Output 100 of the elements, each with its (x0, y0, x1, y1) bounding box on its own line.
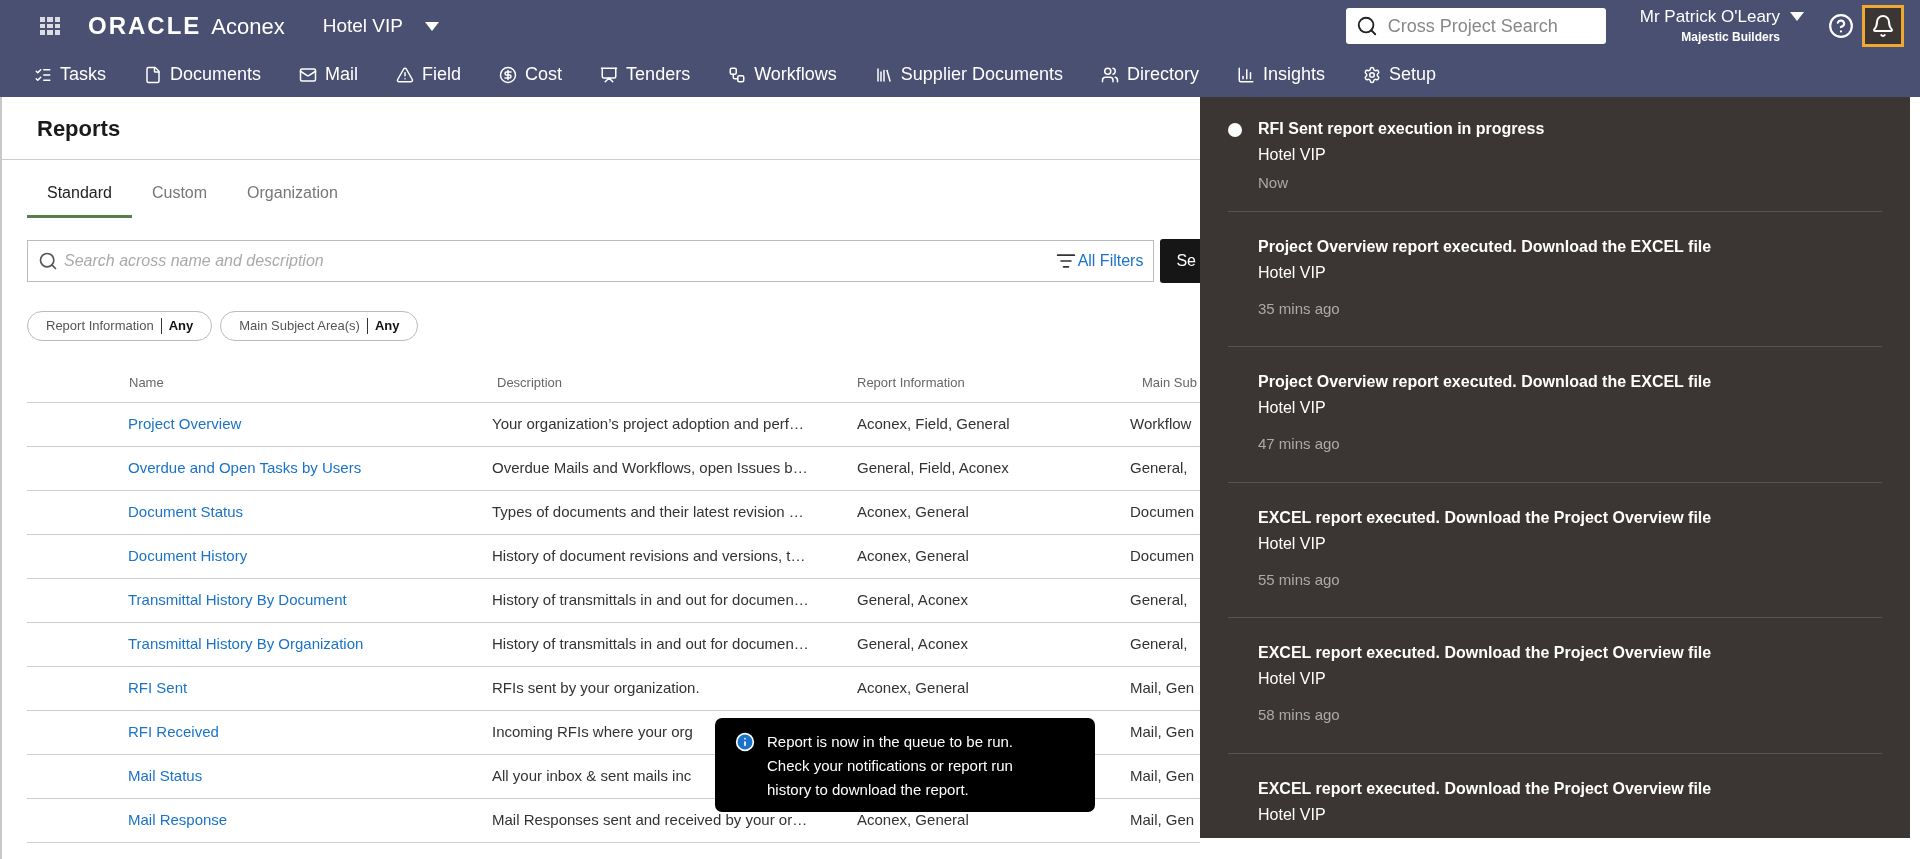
table-cell: Aconex, Field, General (857, 415, 1010, 433)
tab[interactable]: Organization (227, 170, 358, 218)
table-cell: RFIs sent by your organization. (492, 679, 700, 697)
nav-link[interactable]: Tasks (34, 61, 106, 88)
user-name: Mr Patrick O'Leary (1639, 6, 1780, 28)
column-header: Name (128, 373, 165, 392)
table-cell: Mail Responses sent and received by your or… (492, 811, 808, 829)
info-icon (735, 732, 755, 752)
report-search-field[interactable]: Search across name and description All Filters (27, 240, 1155, 282)
report-link[interactable]: Mail Status (128, 767, 203, 785)
report-link[interactable]: Transmittal History By Organization (128, 635, 364, 653)
user-menu[interactable]: Mr Patrick O'Leary Majestic Builders (1639, 6, 1804, 46)
table-cell: General, Aconex (857, 635, 968, 653)
table-cell: Aconex, General (857, 503, 969, 521)
project-selector[interactable]: Hotel VIP (322, 11, 439, 41)
table-cell: Aconex, General (857, 679, 969, 697)
notification-project: Hotel VIP (1258, 262, 1327, 283)
table-cell: Aconex, General (857, 547, 969, 565)
table-cell: General, Aconex (857, 591, 968, 609)
report-link[interactable]: Transmittal History By Document (128, 591, 347, 609)
notification-project: Hotel VIP (1258, 669, 1327, 689)
books-icon (874, 65, 893, 84)
notification-project: Hotel VIP (1258, 398, 1327, 418)
search-input[interactable]: Search across name and description (64, 249, 1050, 273)
nav-link[interactable]: Field (396, 61, 462, 88)
toast-text: Report is now in the queue to be run. Check your notifications or report run history to download the report. (767, 732, 1013, 800)
report-link[interactable]: Mail Response (128, 811, 228, 829)
notification-title[interactable]: EXCEL report executed. Download the Project Overview file (1258, 640, 1712, 666)
bar-chart-icon (1236, 65, 1255, 84)
table-cell: Aconex, General (857, 811, 969, 829)
nav-link[interactable]: Directory (1100, 61, 1199, 88)
settings-icon (1363, 65, 1381, 84)
report-link[interactable]: Document Status (128, 503, 244, 521)
help-icon[interactable] (1828, 13, 1854, 39)
table-cell: General, Field, Aconex (857, 459, 1009, 477)
report-link[interactable]: RFI Received (128, 723, 219, 741)
table-cell: Workflow (1130, 415, 1192, 433)
table-cell: History of document revisions and versions, t… (492, 547, 806, 565)
table-cell: Overdue Mails and Workflows, open Issues b… (492, 459, 808, 477)
search-input[interactable]: Cross Project Search (1387, 12, 1588, 40)
table-cell: Mail, Gen (1130, 679, 1195, 697)
table-cell: General, (1130, 591, 1188, 609)
company-name: Majestic Builders (1681, 29, 1780, 46)
table-cell: General, (1130, 459, 1188, 477)
notification-time: 35 mins ago (1258, 298, 1341, 319)
page-title: Reports (36, 115, 122, 143)
tab[interactable]: Standard (27, 170, 132, 218)
column-header: Report Information (857, 373, 966, 392)
nav-link[interactable]: Insights (1236, 61, 1325, 88)
table-cell: History of transmittals in and out for documen… (492, 635, 809, 653)
table-cell: Mail, Gen (1130, 767, 1195, 785)
notification-title[interactable]: EXCEL report executed. Download the Project Overview file (1258, 775, 1712, 802)
table-cell: Types of documents and their latest revision … (492, 503, 804, 521)
table-cell: Mail, Gen (1130, 723, 1195, 741)
notification-project: Hotel VIP (1258, 804, 1327, 825)
people-icon (1100, 65, 1119, 84)
report-link[interactable]: Project Overview (128, 415, 242, 433)
table-cell: Incoming RFIs where your org (492, 723, 693, 741)
notification-project: Hotel VIP (1258, 145, 1327, 165)
caret-icon (1790, 12, 1804, 21)
table-cell: Mail, Gen (1130, 811, 1195, 829)
envelope-icon (299, 65, 318, 84)
apps-menu-icon[interactable] (40, 17, 60, 35)
bell-icon (1871, 14, 1895, 38)
notification-title[interactable]: EXCEL report executed. Download the Project Overview file (1258, 504, 1712, 531)
nav-link[interactable]: Workflows (728, 61, 837, 88)
column-header: Main Sub (1141, 373, 1197, 392)
search-icon (1355, 15, 1378, 37)
table-cell: General, (1130, 635, 1188, 653)
notification-time: 55 mins ago (1258, 569, 1341, 590)
table-cell: All your inbox & sent mails inc (492, 767, 692, 785)
notification-time: 47 mins ago (1258, 434, 1341, 454)
notification-title[interactable]: Project Overview report executed. Download the EXCEL file (1258, 233, 1712, 260)
notification-time: Now (1258, 173, 1289, 193)
nav-link[interactable]: Tenders (600, 61, 691, 88)
report-link[interactable]: Overdue and Open Tasks by Users (128, 459, 362, 477)
nav-link[interactable]: Setup (1363, 61, 1437, 88)
tab[interactable]: Custom (131, 170, 228, 218)
table-cell: Documen (1130, 503, 1195, 521)
notifications-button[interactable] (1862, 5, 1904, 47)
notification-title[interactable]: RFI Sent report execution in progress (1258, 116, 1545, 142)
report-link[interactable]: RFI Sent (128, 679, 188, 697)
cross-project-search-field[interactable]: Cross Project Search (1345, 8, 1606, 44)
nav-link[interactable]: Documents (144, 61, 262, 88)
caret-icon (425, 21, 439, 31)
logo-text: ORACLE (88, 11, 202, 41)
notification-project: Hotel VIP (1258, 533, 1327, 554)
notification-time: 58 mins ago (1258, 705, 1341, 725)
presentation-icon (600, 65, 619, 84)
notification-title[interactable]: Project Overview report executed. Download the EXCEL file (1258, 369, 1712, 395)
nav-link[interactable]: Cost (499, 61, 563, 88)
report-link[interactable]: Document History (128, 547, 248, 565)
dollar-icon (499, 65, 518, 84)
nav-link[interactable]: Supplier Documents (874, 61, 1063, 88)
all-filters-link[interactable]: All Filters (1055, 249, 1144, 273)
nav-link[interactable]: Mail (299, 61, 359, 88)
logo-product-text: Aconex (211, 12, 285, 41)
search-button[interactable]: Se (1160, 239, 1200, 283)
search-icon (38, 251, 58, 271)
warning-icon (396, 65, 415, 84)
